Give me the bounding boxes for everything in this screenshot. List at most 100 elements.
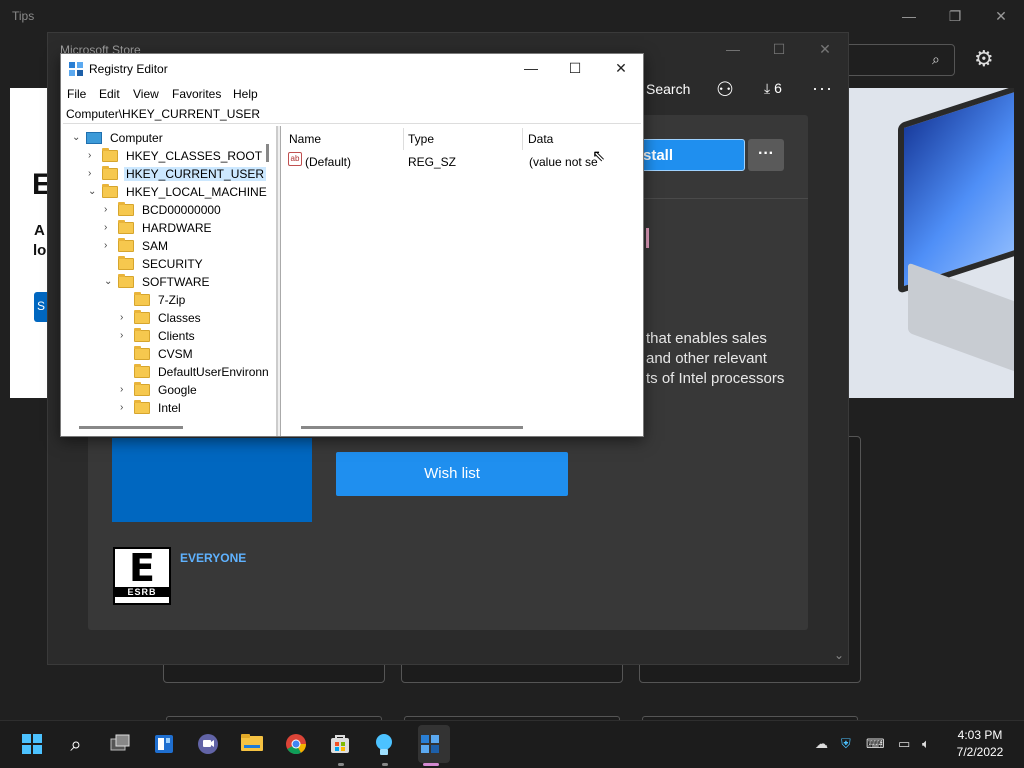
scroll-down-chevron-icon[interactable]: ⌄	[834, 648, 844, 662]
security-shield-icon[interactable]: ⛨	[841, 736, 851, 752]
store-minimize-button[interactable]: —	[710, 33, 756, 65]
expand-chevron-icon[interactable]: ›	[88, 168, 98, 179]
regedit-window-title: Registry Editor	[89, 62, 168, 76]
values-horizontal-scrollbar[interactable]	[301, 426, 523, 429]
store-nav-search[interactable]: Search	[646, 81, 690, 97]
tree-vertical-scrollbar[interactable]	[266, 144, 269, 162]
expand-chevron-icon[interactable]: ›	[120, 330, 130, 341]
tree-key-label: DefaultUserEnvironn	[158, 365, 269, 379]
divider	[640, 198, 808, 199]
widgets-icon[interactable]	[152, 733, 176, 757]
regedit-address-bar[interactable]: Computer\HKEY_CURRENT_USER	[63, 104, 641, 124]
task-view-icon[interactable]	[108, 733, 132, 757]
laptop-base-image	[908, 262, 1014, 384]
value-data[interactable]: (value not se	[529, 155, 598, 169]
folder-icon	[134, 310, 150, 324]
pane-splitter[interactable]	[277, 126, 281, 436]
expand-chevron-icon[interactable]: ›	[120, 312, 130, 323]
tips-action-button[interactable]: S	[34, 292, 48, 322]
expand-chevron-icon[interactable]: ›	[120, 384, 130, 395]
value-name[interactable]: (Default)	[305, 155, 351, 169]
mouse-cursor-icon: ⇖	[592, 148, 606, 165]
microsoft-store-icon[interactable]	[328, 733, 352, 757]
clock-date: 7/2/2022	[956, 745, 1004, 759]
tips-icon[interactable]	[372, 733, 396, 757]
regedit-title-bar[interactable]: Registry Editor — ☐ ✕	[61, 54, 643, 84]
folder-icon	[102, 184, 118, 198]
store-maximize-button[interactable]: ☐	[756, 33, 802, 65]
menu-file[interactable]: File	[67, 87, 86, 101]
tree-horizontal-scrollbar[interactable]	[79, 426, 183, 429]
file-explorer-icon[interactable]	[240, 733, 264, 757]
active-indicator	[423, 763, 439, 766]
search-icon[interactable]: ⌕	[64, 733, 88, 757]
tips-hero-image	[848, 88, 1014, 398]
expand-chevron-icon[interactable]: ›	[104, 240, 114, 251]
collapse-chevron-icon[interactable]: ⌄	[72, 132, 82, 143]
store-close-button[interactable]: ✕	[802, 33, 848, 65]
value-type[interactable]: REG_SZ	[408, 155, 456, 169]
tips-body-line-2: lo	[33, 242, 47, 259]
menu-view[interactable]: View	[133, 87, 159, 101]
network-icon[interactable]: ▭	[898, 736, 910, 752]
tips-close-button[interactable]: ✕	[978, 0, 1024, 32]
column-header-data[interactable]: Data	[528, 132, 553, 146]
expand-chevron-icon[interactable]: ›	[104, 204, 114, 215]
expand-chevron-icon[interactable]: ›	[88, 150, 98, 161]
folder-icon	[102, 148, 118, 162]
tree-key-label: Computer	[110, 131, 163, 145]
teams-chat-icon[interactable]	[196, 733, 220, 757]
windows-start-icon[interactable]	[20, 733, 44, 757]
regedit-maximize-button[interactable]: ☐	[552, 54, 598, 84]
add-user-icon[interactable]: ⚇	[716, 77, 734, 102]
install-button[interactable]: stall	[640, 139, 745, 171]
expand-chevron-icon[interactable]: ›	[120, 402, 130, 413]
collapse-chevron-icon[interactable]: ⌄	[104, 276, 114, 287]
volume-icon[interactable]: 🔈︎	[922, 736, 930, 752]
title-accent-mark	[646, 228, 649, 248]
tree-key-label: Google	[158, 383, 197, 397]
downloads-button[interactable]: ⤓ 6	[764, 80, 782, 97]
collapse-chevron-icon[interactable]: ⌄	[88, 186, 98, 197]
folder-icon	[134, 328, 150, 342]
menu-favorites[interactable]: Favorites	[172, 87, 221, 101]
store-more-menu[interactable]: ···	[812, 78, 833, 99]
keyboard-icon[interactable]: ⌨	[866, 736, 885, 752]
taskbar-clock[interactable]: 4:03 PM 7/2/2022	[948, 728, 1012, 759]
tree-key-label: SAM	[142, 239, 169, 253]
menu-help[interactable]: Help	[233, 87, 258, 101]
column-separator[interactable]	[522, 128, 523, 150]
folder-icon	[118, 256, 134, 270]
folder-icon	[118, 202, 134, 216]
chrome-icon[interactable]	[284, 733, 308, 757]
column-header-type[interactable]: Type	[408, 132, 434, 146]
registry-editor-icon	[68, 61, 84, 77]
product-description-line-1: that enables sales	[646, 330, 767, 347]
regedit-menu-bar: File Edit View Favorites Help	[61, 84, 643, 104]
registry-values-list[interactable]: Name Type Data ab (Default) REG_SZ (valu…	[282, 126, 643, 436]
tree-key-label: SECURITY	[142, 257, 203, 271]
running-indicator	[338, 763, 344, 766]
gear-icon[interactable]: ⚙	[974, 46, 994, 72]
registry-editor-icon[interactable]	[418, 733, 442, 757]
registry-key-tree[interactable]: ⌄ Computer › HKEY_CLASSES_ROOT › HKEY_CURRENT…	[62, 126, 277, 436]
column-separator[interactable]	[403, 128, 404, 150]
expand-chevron-icon[interactable]: ›	[104, 222, 114, 233]
tree-key-label: Clients	[158, 329, 195, 343]
regedit-close-button[interactable]: ✕	[598, 54, 644, 84]
column-header-name[interactable]: Name	[289, 132, 321, 146]
regedit-minimize-button[interactable]: —	[508, 54, 554, 84]
search-icon[interactable]: ⌕	[932, 51, 940, 68]
menu-edit[interactable]: Edit	[99, 87, 120, 101]
onedrive-offline-icon[interactable]: ☁	[815, 736, 828, 752]
tips-title-bar: Tips — ❐ ✕	[0, 0, 1024, 32]
folder-icon	[134, 364, 150, 378]
wish-list-button[interactable]: Wish list	[336, 452, 568, 496]
more-options-button[interactable]: ···	[748, 139, 784, 171]
tips-maximize-button[interactable]: ❐	[932, 0, 978, 32]
folder-icon	[118, 238, 134, 252]
tree-key-label: BCD00000000	[142, 203, 221, 217]
folder-icon	[102, 166, 118, 180]
tips-minimize-button[interactable]: —	[886, 0, 932, 32]
esrb-rating-text[interactable]: EVERYONE	[180, 551, 246, 565]
